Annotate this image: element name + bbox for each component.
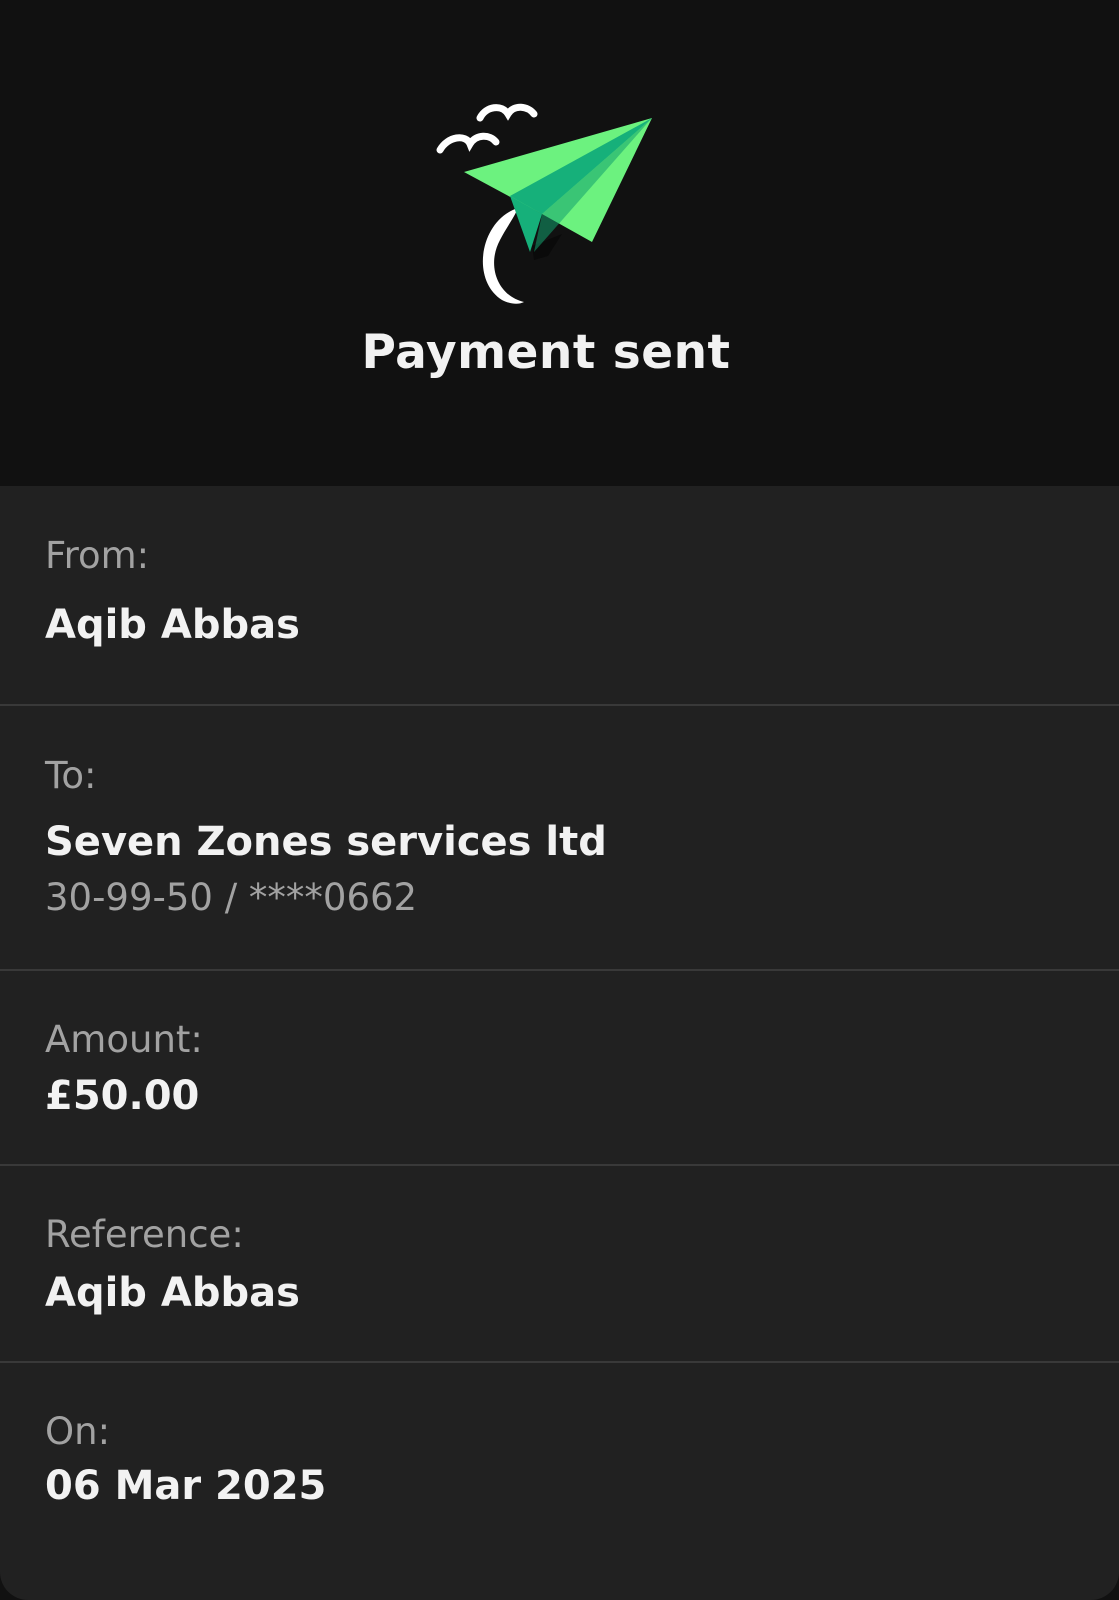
amount-value: £50.00 (45, 1073, 200, 1119)
amount-row: Amount: £50.00 (0, 971, 1119, 1166)
to-value: Seven Zones services ltd (45, 819, 607, 865)
reference-row: Reference: Aqib Abbas (0, 1166, 1119, 1363)
date-value: 06 Mar 2025 (45, 1463, 327, 1509)
from-label: From: (45, 534, 150, 577)
paper-plane-icon (436, 103, 652, 304)
amount-label: Amount: (45, 1018, 203, 1061)
reference-label: Reference: (45, 1213, 244, 1256)
date-label: On: (45, 1410, 111, 1453)
to-account: 30-99-50 / ****0662 (45, 876, 418, 919)
to-label: To: (45, 754, 97, 797)
payment-header: Payment sent (0, 0, 1119, 486)
from-value: Aqib Abbas (45, 602, 300, 648)
payment-details-card: From: Aqib Abbas To: Seven Zones service… (0, 486, 1119, 1600)
to-row: To: Seven Zones services ltd 30-99-50 / … (0, 706, 1119, 971)
from-row: From: Aqib Abbas (0, 486, 1119, 706)
reference-value: Aqib Abbas (45, 1270, 300, 1316)
page-title: Payment sent (361, 325, 731, 380)
date-row: On: 06 Mar 2025 (0, 1363, 1119, 1600)
